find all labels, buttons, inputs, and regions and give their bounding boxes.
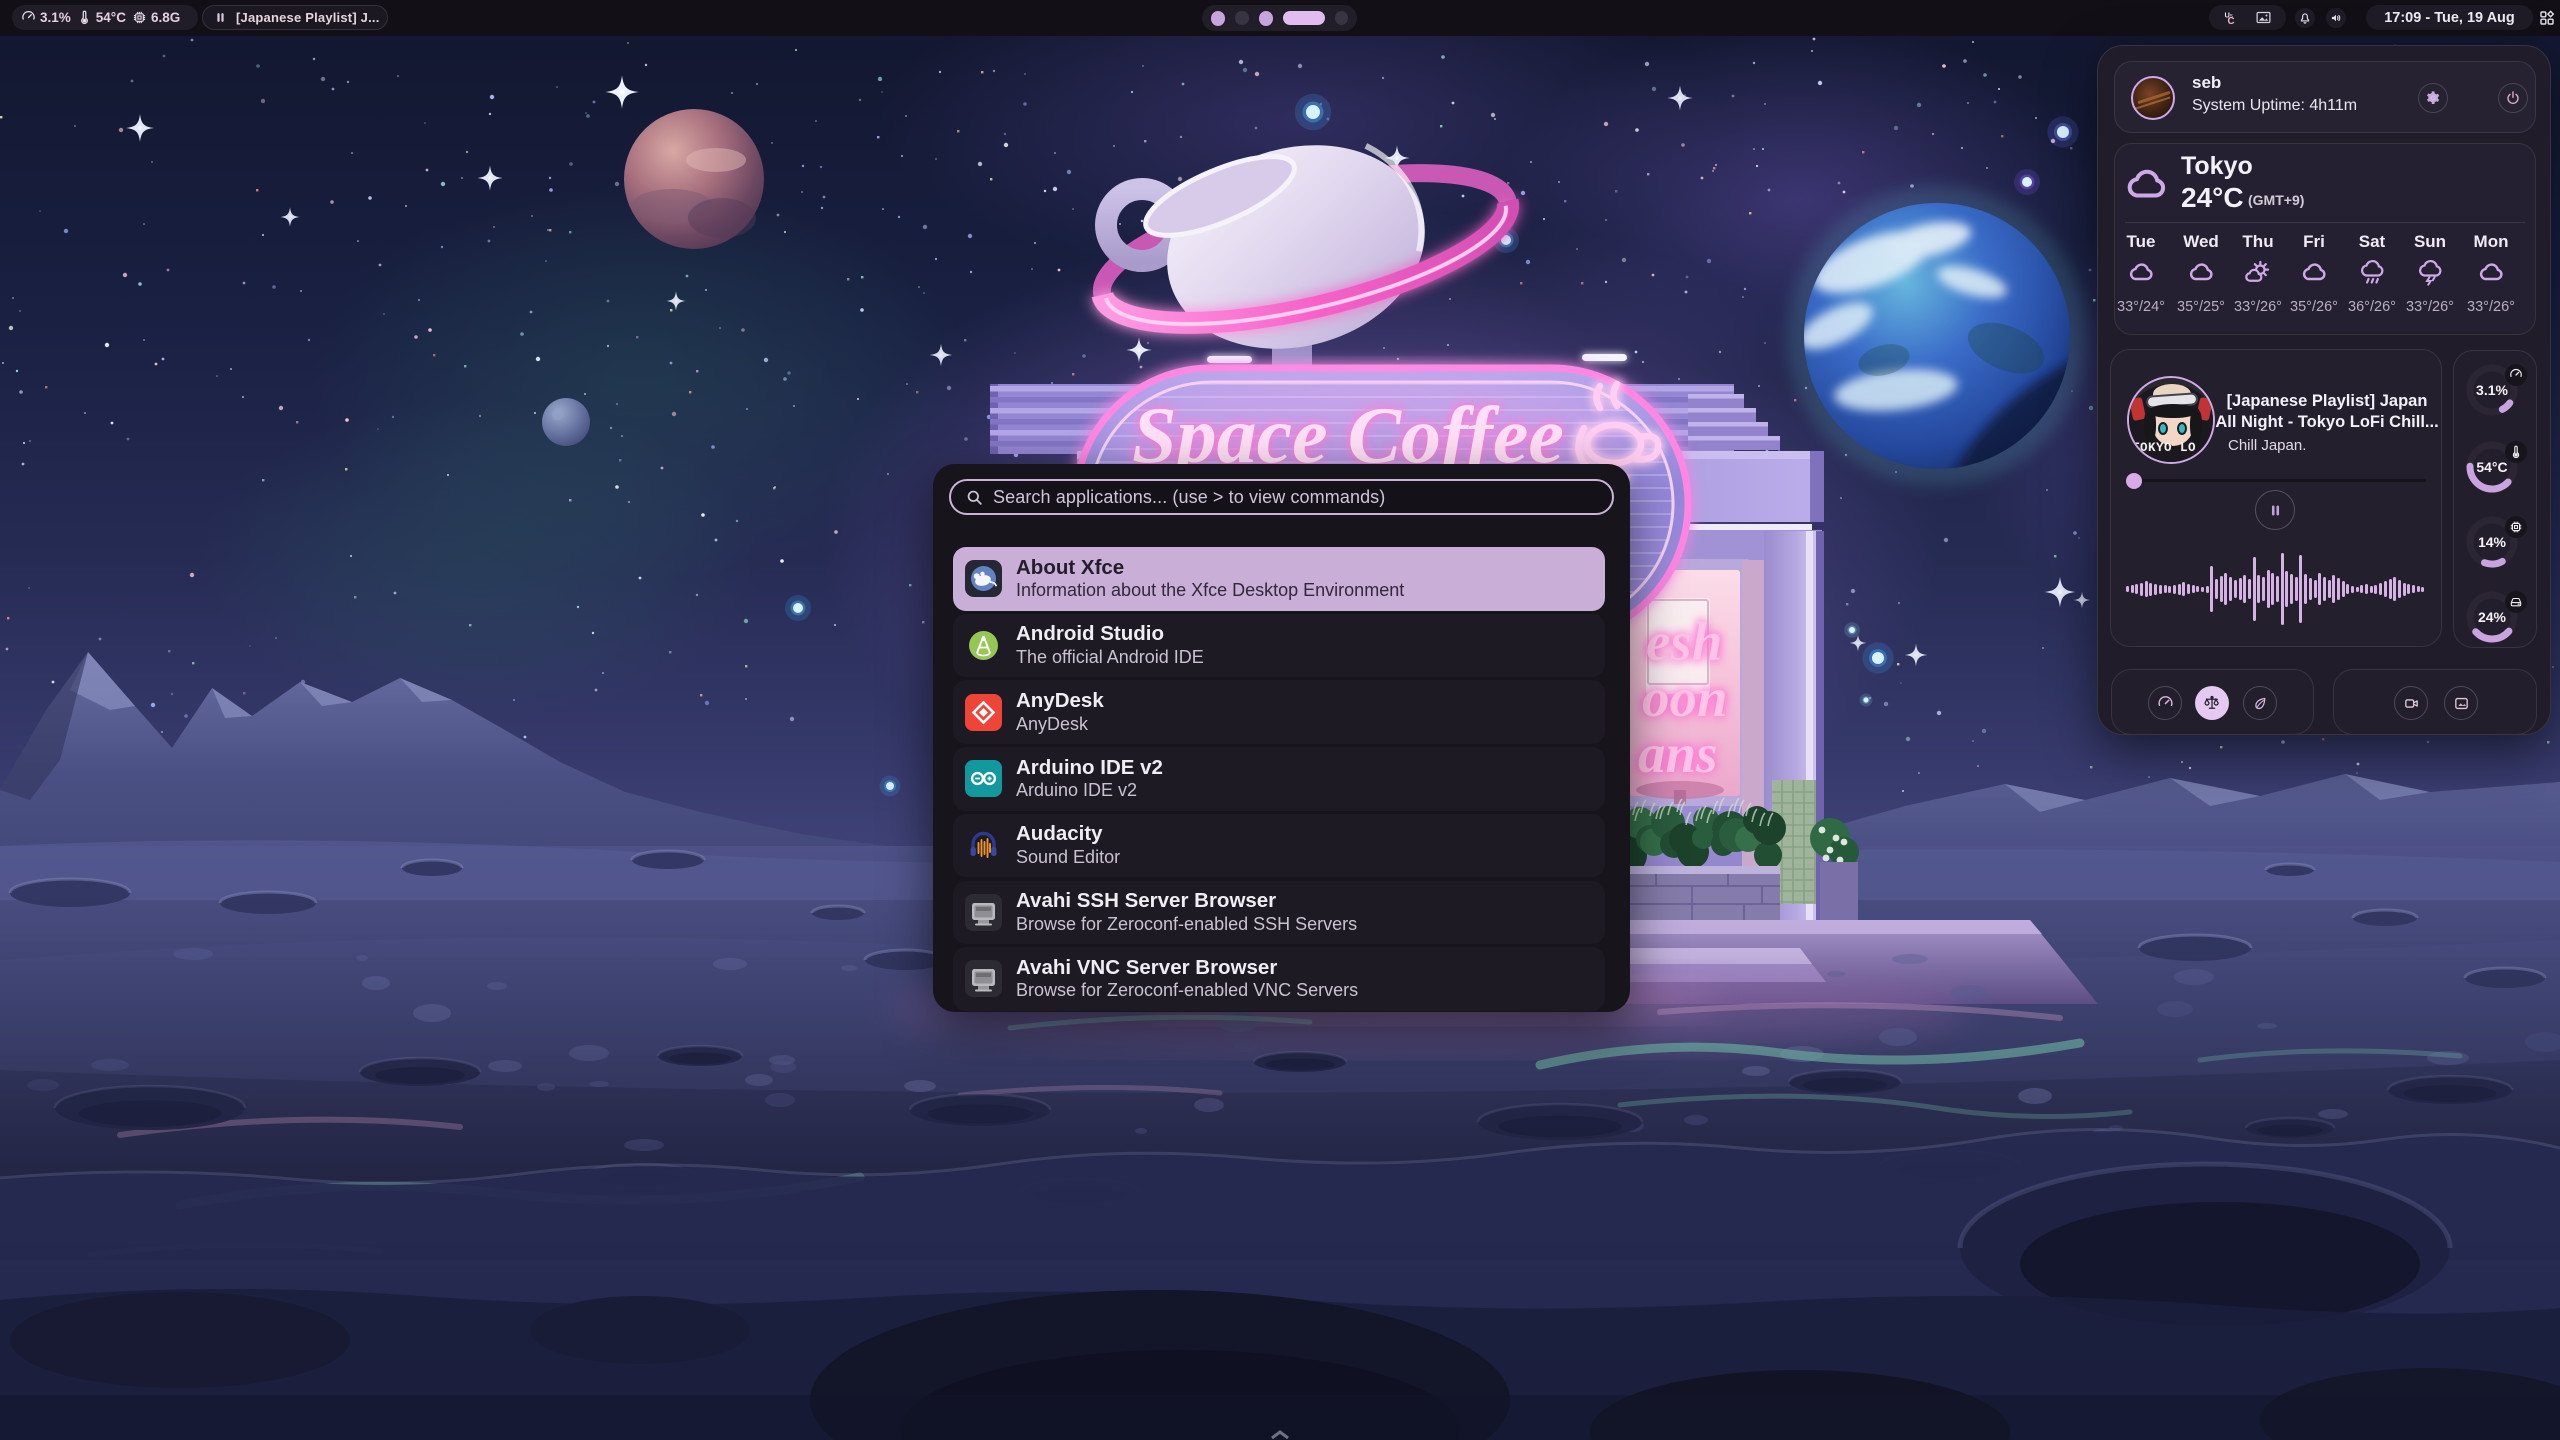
svg-text:oon: oon bbox=[1642, 667, 1728, 728]
svg-text:C: C bbox=[2228, 16, 2235, 27]
svg-text:esh: esh bbox=[1646, 611, 1722, 672]
svg-text:ans: ans bbox=[1638, 723, 1718, 784]
